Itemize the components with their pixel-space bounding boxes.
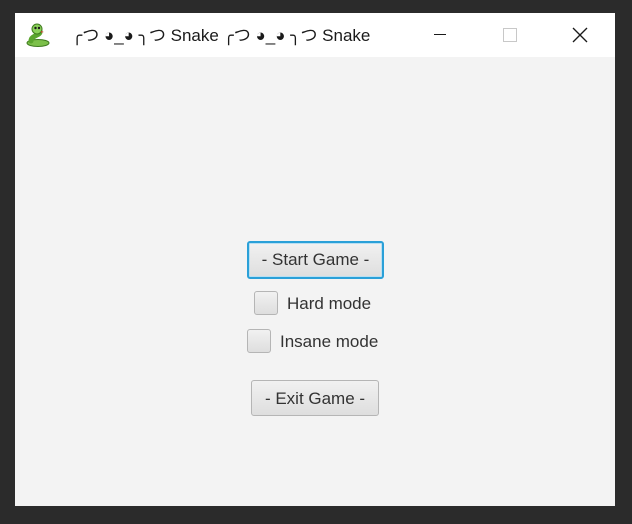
close-button[interactable] <box>557 13 603 57</box>
snake-icon <box>25 22 51 48</box>
window-title: ╭つ ◕_◕ ╮つ Snake ╭つ ◕_◕ ╮つ Snake <box>72 26 371 45</box>
exit-game-button[interactable]: - Exit Game - <box>251 380 379 416</box>
title-bar[interactable]: ╭つ ◕_◕ ╮つ Snake ╭つ ◕_◕ ╮つ Snake <box>15 13 615 57</box>
hard-mode-checkbox[interactable] <box>254 291 278 315</box>
maximize-icon <box>503 28 517 42</box>
close-icon <box>572 27 588 43</box>
insane-mode-label[interactable]: Insane mode <box>280 331 378 353</box>
start-game-button[interactable]: - Start Game - <box>247 241 384 279</box>
insane-mode-checkbox[interactable] <box>247 329 271 353</box>
minimize-icon <box>434 34 446 35</box>
hard-mode-label[interactable]: Hard mode <box>287 293 371 315</box>
maximize-button[interactable] <box>487 13 533 57</box>
app-window: ╭つ ◕_◕ ╮つ Snake ╭つ ◕_◕ ╮つ Snake - Start … <box>15 13 615 506</box>
menu-panel: - Start Game - Hard mode Insane mode - E… <box>15 57 615 506</box>
minimize-button[interactable] <box>417 13 463 57</box>
